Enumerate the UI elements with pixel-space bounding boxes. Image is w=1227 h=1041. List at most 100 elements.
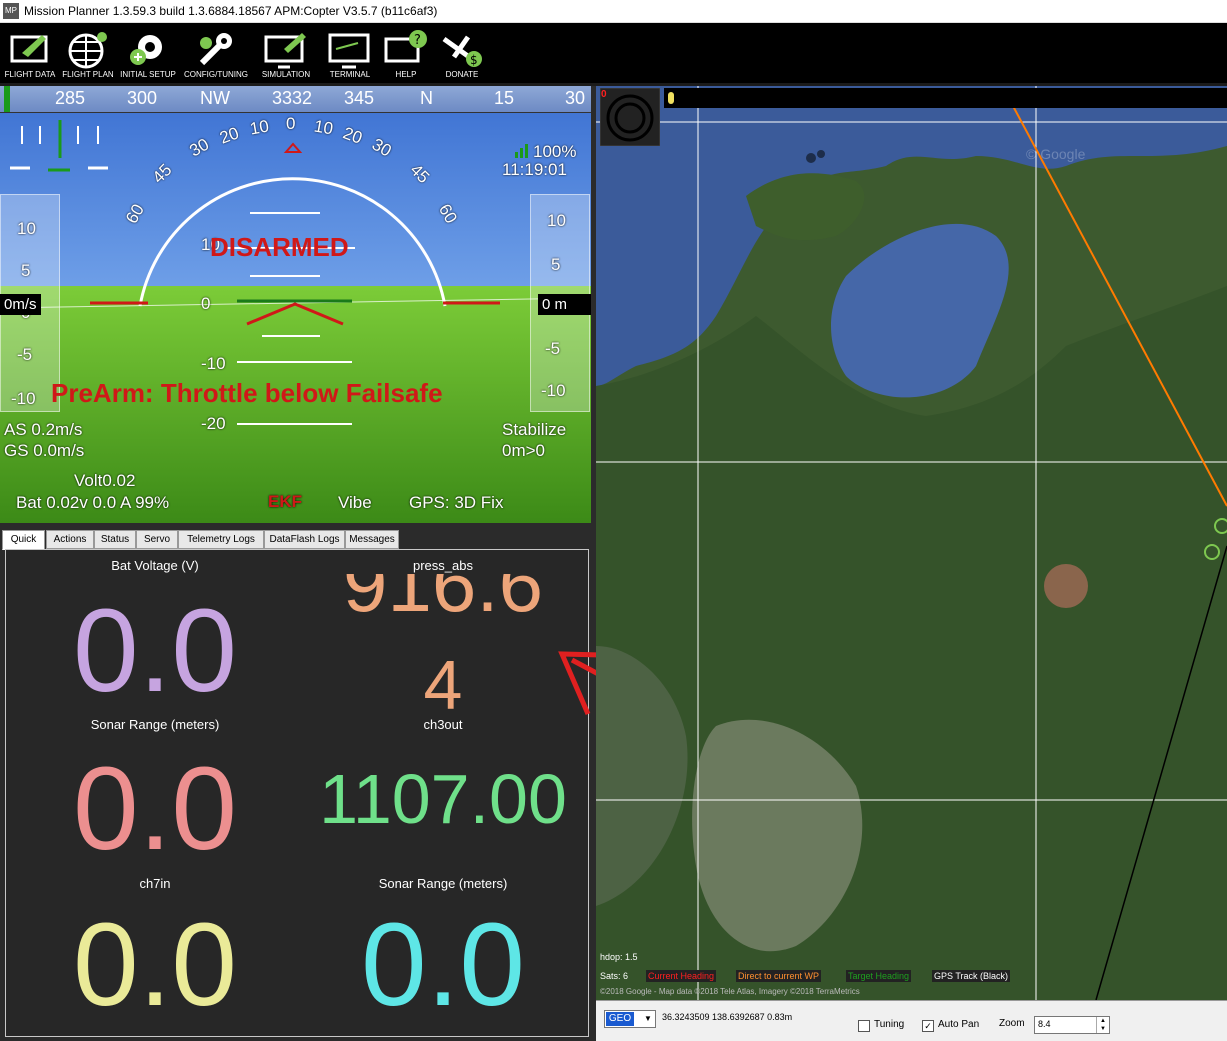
hud-clock: 11:19:01 — [502, 160, 567, 179]
zoom-value: 8.4 — [1038, 1019, 1051, 1029]
roll-indicator — [283, 142, 303, 153]
gps-status: GPS: 3D Fix — [409, 493, 504, 512]
data-tabs: Quick Actions Status Servo Telemetry Log… — [0, 530, 400, 550]
ekf-status[interactable]: EKF — [268, 492, 302, 512]
autopan-label: Auto Pan — [938, 1019, 980, 1030]
satellite-map — [596, 86, 1227, 1000]
map-view-control[interactable]: 0 — [599, 87, 661, 147]
title-bar: MP Mission Planner 1.3.59.3 build 1.3.68… — [0, 0, 1227, 23]
quick-label-press-abs: press_abs — [413, 558, 473, 573]
compass-tick: 30 — [565, 88, 586, 108]
svg-text:?: ? — [414, 33, 421, 48]
hdop-label: hdop: 1.5 — [600, 952, 638, 962]
map-progress-bar — [664, 88, 1227, 108]
speed-tick: 5 — [21, 261, 31, 280]
zoom-label: Zoom — [999, 1018, 1025, 1029]
legend-current-heading: Current Heading — [646, 970, 717, 982]
quick-label-ch7in: ch7in — [139, 876, 171, 891]
waypoint-zero-label: 0 — [601, 89, 607, 100]
target-circle-icon — [599, 87, 661, 147]
quick-value-press-abs-line2[interactable]: 4 — [298, 650, 588, 720]
map-view[interactable]: 0 hdop: 1.5 Sats: 6 Current Heading Dire… — [596, 86, 1227, 1000]
waypoint-info: 0m>0 — [502, 441, 545, 460]
speed-tick: -5 — [17, 345, 33, 364]
legend-gps-track: GPS Track (Black) — [932, 970, 1011, 982]
aircraft-symbol — [246, 302, 344, 326]
tab-status[interactable]: Status — [94, 530, 136, 549]
pitch-label-m20: -20 — [201, 414, 226, 433]
flight-mode: Stabilize — [502, 420, 567, 439]
airspeed: AS 0.2m/s — [4, 420, 83, 439]
chevron-down-icon: ▼ — [644, 1014, 652, 1023]
compass-tick: N — [420, 88, 433, 108]
groundspeed: GS 0.0m/s — [4, 441, 85, 460]
tab-telemetry-logs[interactable]: Telemetry Logs — [178, 530, 264, 549]
quick-label-sonar-range: Sonar Range (meters) — [90, 717, 220, 732]
globe-icon — [68, 32, 107, 69]
legend-target-heading: Target Heading — [846, 970, 912, 982]
gear-plus-icon — [130, 35, 162, 65]
tab-actions[interactable]: Actions — [46, 530, 94, 549]
prearm-message: PreArm: Throttle below Failsafe — [51, 378, 443, 408]
alt-tick: 10 — [547, 211, 566, 230]
pitch-label-0: 0 — [201, 294, 211, 313]
donate-plane-icon: $ — [442, 35, 482, 67]
app-logo-icon: MP — [3, 3, 19, 19]
speed-tick: -10 — [11, 389, 36, 408]
compass-tick: 345 — [344, 88, 375, 108]
quick-value-bat-voltage[interactable]: 0.0 — [10, 592, 300, 710]
armed-status: DISARMED — [210, 232, 349, 262]
roll-mark: 0 — [286, 114, 296, 133]
quick-value-ch3out[interactable]: 1107.00 — [298, 764, 588, 834]
tab-messages[interactable]: Messages — [345, 530, 399, 549]
compass-tick: 285 — [55, 88, 86, 108]
tab-dataflash-logs[interactable]: DataFlash Logs — [264, 530, 345, 549]
terminal-icon — [328, 33, 370, 69]
donate-button[interactable]: $ DONATE — [432, 23, 492, 83]
heading-compass: 285 300 NW 3332 345 N 15 30 — [0, 86, 591, 113]
quick-value-sonar-range[interactable]: 0.0 — [10, 750, 300, 868]
compass-marker — [4, 86, 10, 112]
simulation-button[interactable]: SIMULATION — [256, 23, 316, 83]
zoom-stepper[interactable]: 8.4 ▲ ▼ — [1034, 1016, 1110, 1034]
alt-tick: -10 — [541, 381, 566, 400]
quick-value-ch7in[interactable]: 0.0 — [10, 906, 300, 1024]
speed-readout: 0m/s — [0, 294, 41, 315]
map-status-bar: GEO ▼ 36.3243509 138.6392687 0.83m Tunin… — [596, 1000, 1227, 1041]
pitch-label-m10: -10 — [201, 354, 226, 373]
quick-view-panel: Bat Voltage (V) 0.0 press_abs 916.6 4 So… — [5, 549, 589, 1037]
compass-heading: 3332 — [272, 88, 313, 108]
battery-signal: 100% — [533, 142, 577, 161]
vibe-status[interactable]: Vibe — [338, 493, 372, 513]
monitor-plane-icon — [264, 33, 306, 69]
tab-quick[interactable]: Quick — [2, 530, 45, 550]
quick-value-press-abs[interactable]: 916.6 — [298, 574, 588, 624]
altitude-readout: 0 m — [538, 294, 591, 315]
initial-setup-button[interactable]: INITIAL SETUP — [118, 23, 178, 83]
map-coordinates: 36.3243509 138.6392687 0.83m — [662, 1012, 793, 1022]
autopan-checkbox[interactable]: ✓ — [922, 1020, 934, 1032]
tab-servo[interactable]: Servo — [136, 530, 178, 549]
compass-tick: NW — [200, 88, 230, 108]
config-tuning-button[interactable]: CONFIG/TUNING — [184, 23, 248, 83]
speed-tick: 10 — [17, 219, 36, 238]
tuning-label: Tuning — [874, 1019, 905, 1030]
quick-label-ch3out: ch3out — [423, 717, 463, 732]
window-title: Mission Planner 1.3.59.3 build 1.3.6884.… — [24, 4, 438, 18]
main-toolbar: FLIGHT DATA FLIGHT PLAN INITIAL SETUP CO… — [0, 23, 1227, 83]
battery-status: Bat 0.02v 0.0 A 99% — [16, 493, 170, 512]
stepper-arrows-icon[interactable]: ▲ ▼ — [1096, 1017, 1109, 1033]
svg-text:$: $ — [470, 53, 478, 67]
volt-reading: Volt0.02 — [74, 471, 136, 490]
roll-mark: 10 — [248, 116, 271, 139]
roll-mark: 10 — [312, 116, 335, 139]
quick-value-press-abs-clip: 916.6 — [298, 574, 588, 624]
quick-value-sonar-range-2[interactable]: 0.0 — [298, 906, 588, 1024]
coord-type-value: GEO — [606, 1012, 634, 1026]
legend-direct-wp: Direct to current WP — [736, 970, 822, 982]
hud-panel[interactable]: 285 300 NW 3332 345 N 15 30 60 45 30 20 … — [0, 86, 591, 523]
tuning-checkbox[interactable] — [858, 1020, 870, 1032]
alt-tick: -5 — [545, 339, 561, 358]
coord-type-select[interactable]: GEO ▼ — [604, 1010, 656, 1028]
map-watermark: © Google — [1026, 146, 1086, 162]
